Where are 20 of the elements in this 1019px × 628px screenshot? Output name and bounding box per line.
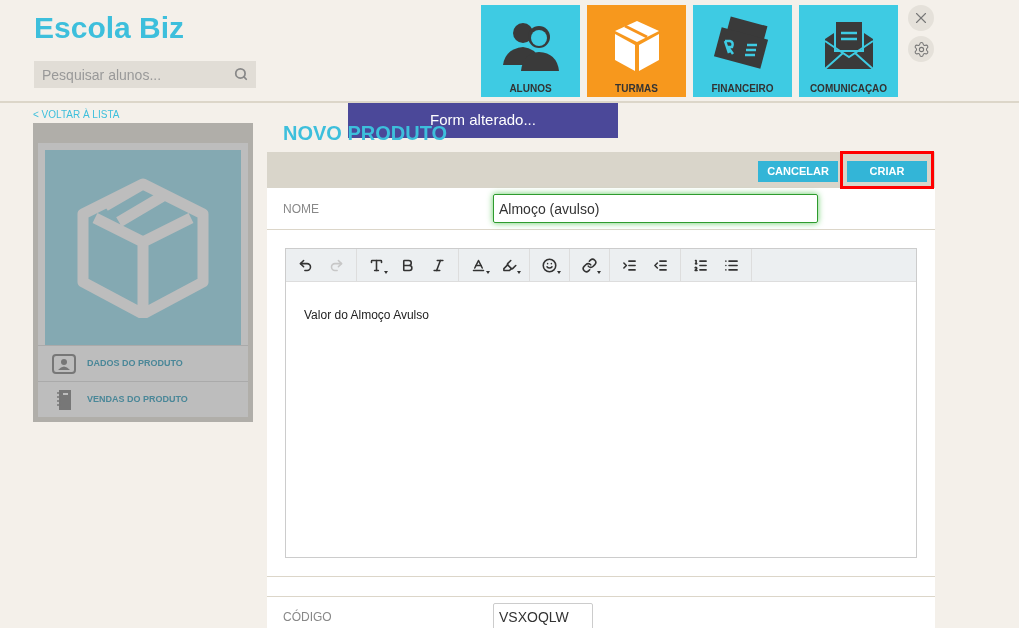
close-button[interactable] [908, 5, 934, 31]
search-icon [234, 67, 248, 81]
field-label: NOME [282, 200, 320, 218]
nav-tile[interactable]: TURMAS [587, 5, 686, 97]
name-field[interactable]: Almoço (avulso) [493, 194, 818, 223]
settings-button[interactable] [908, 36, 934, 62]
profile-card-icon [52, 353, 76, 374]
nav-tile[interactable]: ALUNOS [481, 5, 580, 97]
sidebar-item-label: DADOS DO PRODUTO [87, 356, 183, 370]
settings-icon [912, 40, 930, 58]
box-icon [75, 177, 211, 318]
nav-tile[interactable]: COMUNICAÇAO [799, 5, 898, 97]
notebook-icon [56, 388, 72, 411]
nav-tile[interactable]: FINANCEIRO [693, 5, 792, 97]
search-field[interactable]: Pesquisar alunos... [34, 61, 256, 88]
brand-logo: Escola Biz [34, 10, 186, 46]
editor-text[interactable]: Valor do Almoço Avulso [286, 282, 916, 324]
sidebar-item-label: VENDAS DO PRODUTO [87, 392, 188, 406]
field-label: CÓDIGO [282, 608, 333, 626]
code-field[interactable]: VSXOQLW [493, 602, 593, 628]
